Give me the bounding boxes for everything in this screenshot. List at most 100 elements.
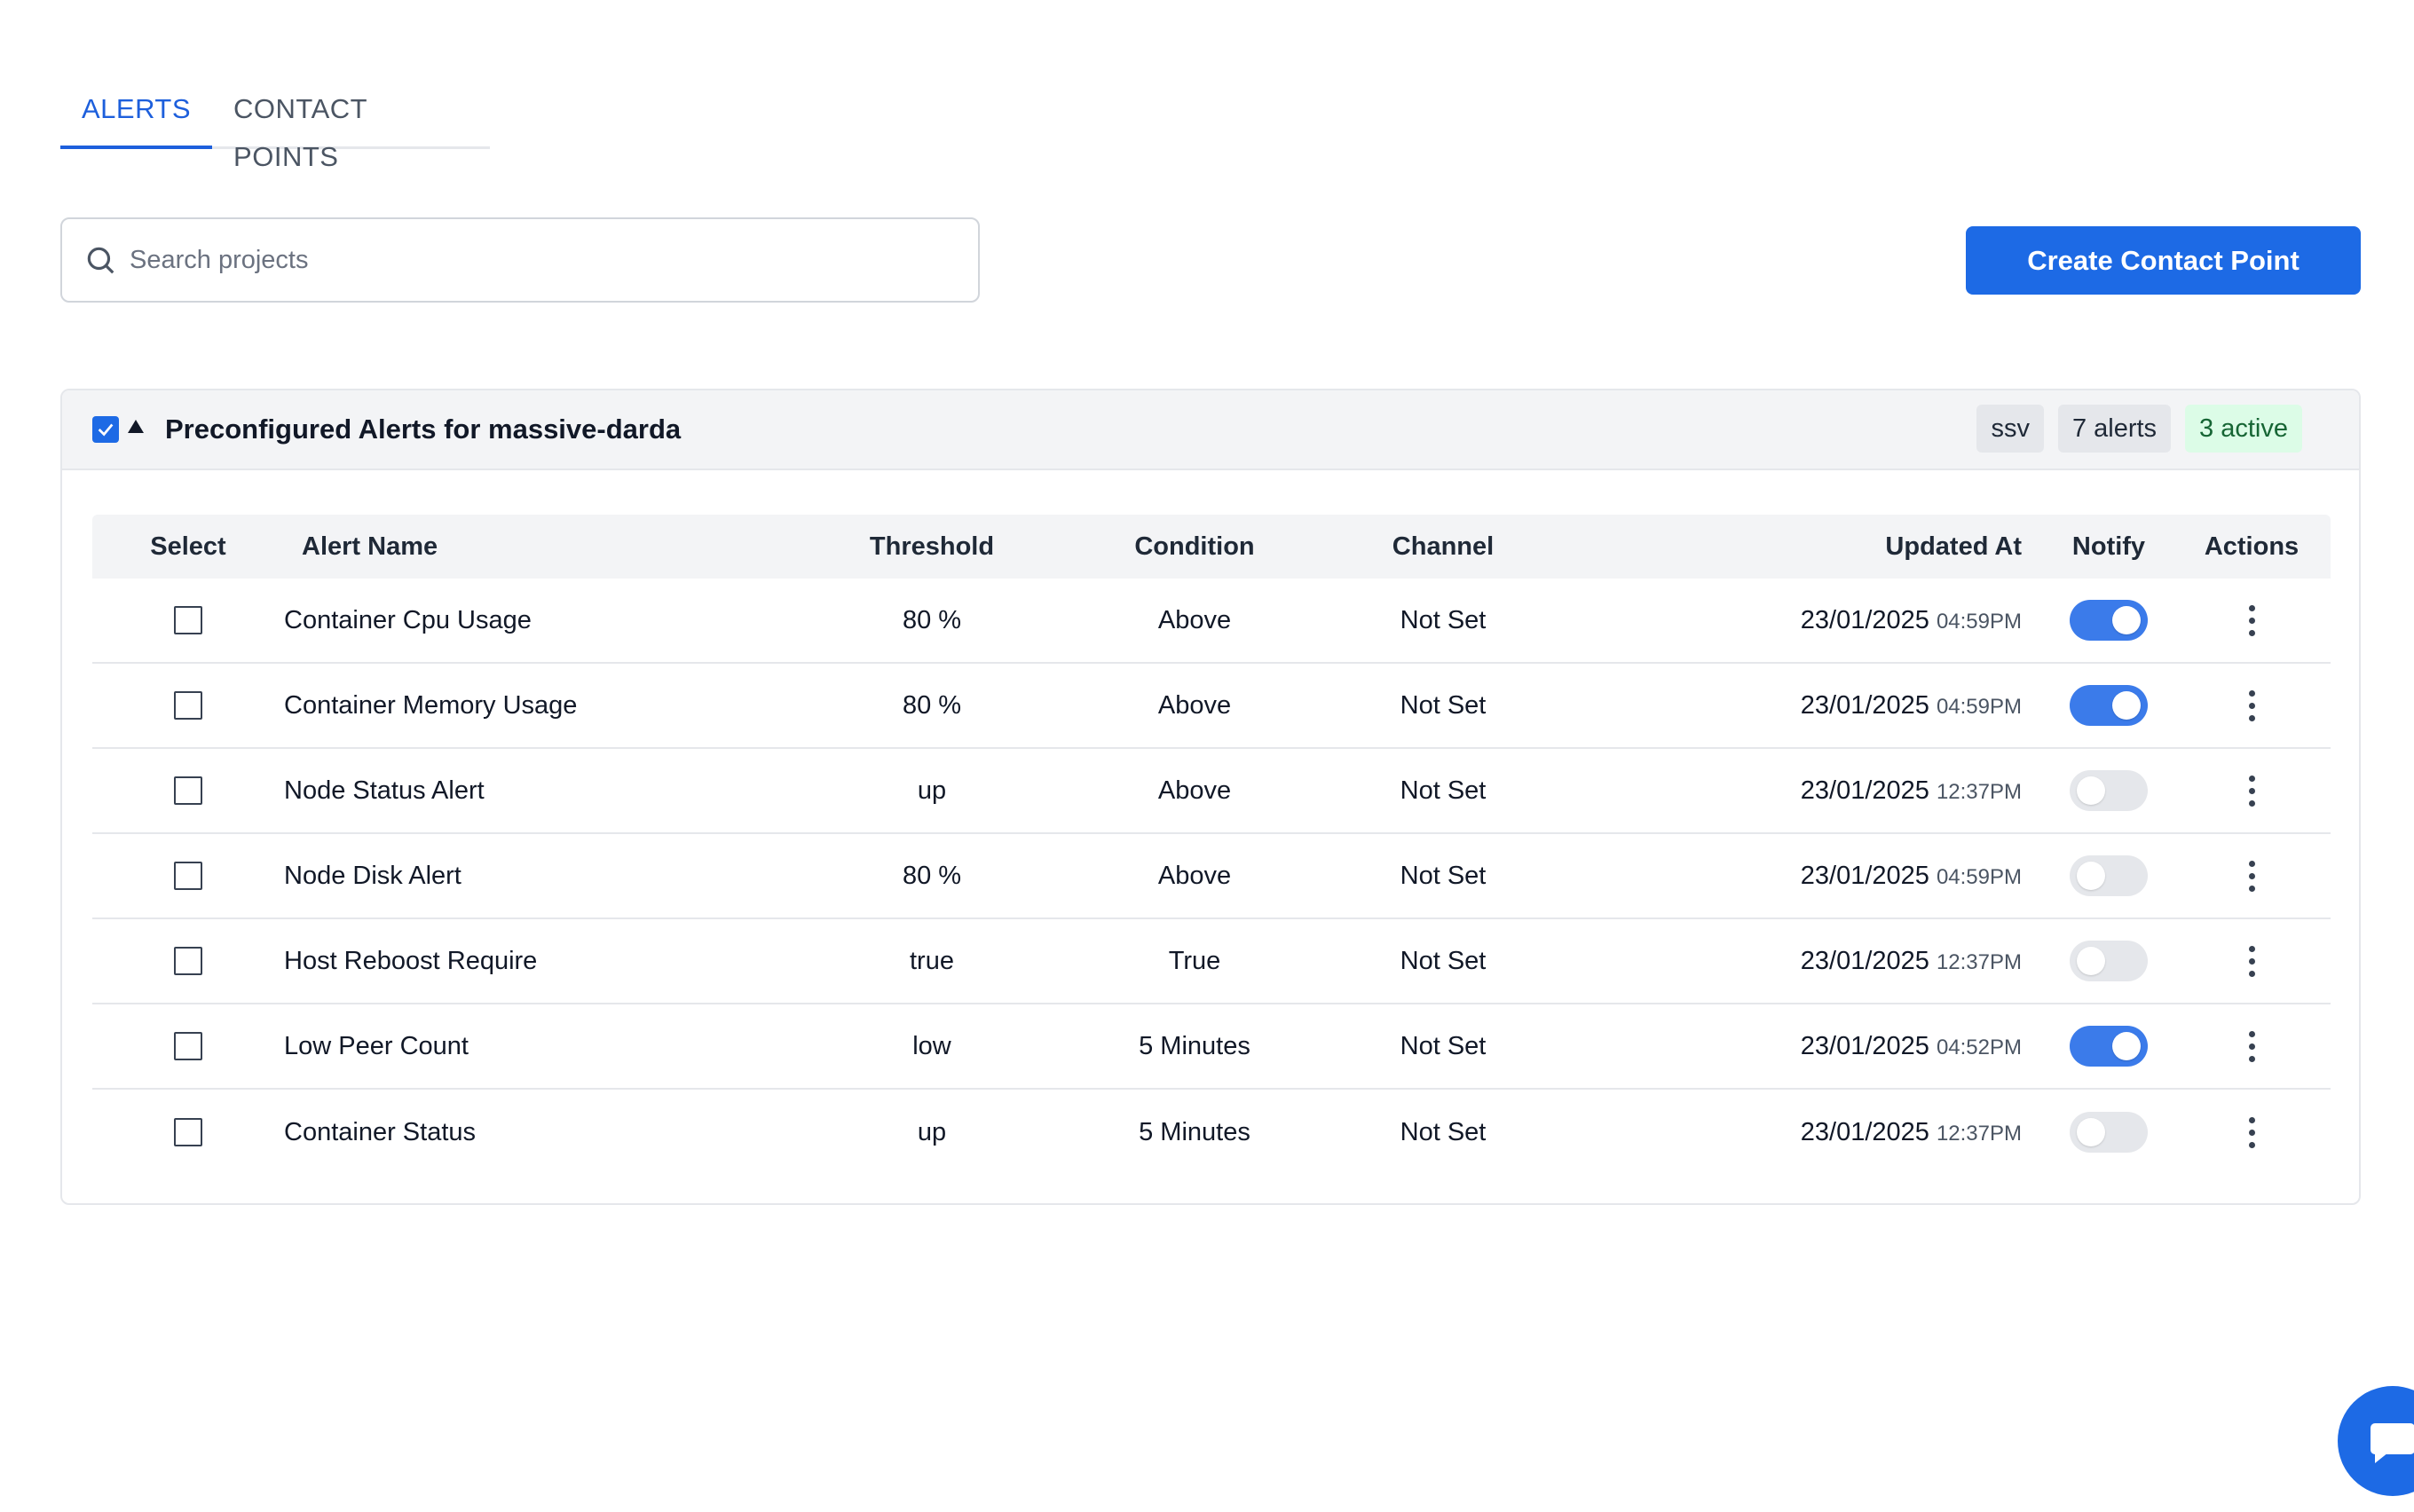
row-select-cell: [92, 1118, 284, 1146]
channel-value: Not Set: [1400, 690, 1487, 720]
notify-cell: [2045, 941, 2173, 981]
tab-alerts[interactable]: ALERTS: [60, 85, 213, 149]
header-channel: Channel: [1392, 532, 1495, 561]
threshold-value: 80 %: [902, 861, 962, 890]
tab-bar: ALERTS CONTACT POINTS: [60, 85, 490, 172]
more-actions-icon[interactable]: [2248, 945, 2255, 977]
more-actions-icon[interactable]: [2248, 1030, 2255, 1062]
updated-date: 23/01/2025: [1800, 946, 1929, 975]
row-select-checkbox[interactable]: [174, 947, 202, 975]
notify-cell: [2045, 770, 2173, 811]
updated-date: 23/01/2025: [1800, 861, 1929, 890]
table-row: Low Peer Count low 5 Minutes Not Set 23/01/2…: [92, 1004, 2331, 1090]
table-row: Container Cpu Usage 80 % Above Not Set 23/01…: [92, 579, 2331, 664]
alerts-table: Select Alert Name Threshold Condition Ch…: [92, 515, 2331, 1175]
condition-value: Above: [1157, 861, 1232, 890]
channel-value: Not Set: [1400, 1117, 1487, 1146]
row-select-checkbox[interactable]: [174, 691, 202, 720]
channel-value: Not Set: [1400, 776, 1487, 805]
row-select-checkbox[interactable]: [174, 1032, 202, 1060]
header-select: Select: [150, 532, 226, 561]
actions-cell: [2173, 775, 2331, 807]
toggle-knob: [2077, 776, 2105, 805]
more-actions-icon[interactable]: [2248, 604, 2255, 636]
notify-toggle[interactable]: [2070, 1026, 2148, 1067]
group-select-checkbox[interactable]: [92, 416, 119, 443]
alert-group-header[interactable]: Preconfigured Alerts for massive-darda s…: [62, 390, 2359, 470]
updated-date: 23/01/2025: [1800, 776, 1929, 805]
active-count-badge: 3 active: [2185, 405, 2302, 453]
notify-cell: [2045, 685, 2173, 726]
alert-name: Container Status: [284, 1117, 477, 1146]
search-box[interactable]: [60, 217, 980, 303]
table-row: Container Memory Usage 80 % Above Not Set 23…: [92, 664, 2331, 749]
table-row: Node Status Alert up Above Not Set 23/01/202…: [92, 749, 2331, 834]
toggle-knob: [2077, 862, 2105, 890]
threshold-value: true: [910, 946, 954, 975]
channel-value: Not Set: [1400, 1031, 1487, 1060]
tab-contact-points[interactable]: CONTACT POINTS: [212, 85, 490, 172]
channel-value: Not Set: [1400, 605, 1487, 634]
updated-time: 12:37PM: [1936, 949, 2022, 974]
row-select-cell: [92, 691, 284, 720]
alert-name: Node Disk Alert: [284, 861, 462, 890]
notify-cell: [2045, 1112, 2173, 1153]
updated-date: 23/01/2025: [1800, 1117, 1929, 1146]
alert-group-card: Preconfigured Alerts for massive-darda s…: [60, 389, 2361, 1205]
notify-cell: [2045, 855, 2173, 896]
notify-toggle[interactable]: [2070, 855, 2148, 896]
alerts-page: ALERTS CONTACT POINTS Create Contact Poi…: [0, 0, 2414, 1512]
header-actions: Actions: [2204, 532, 2300, 561]
notify-cell: [2045, 600, 2173, 641]
updated-at: 23/01/2025 04:59PM: [1562, 862, 2045, 891]
header-notify: Notify: [2071, 532, 2146, 561]
header-condition: Condition: [1134, 532, 1255, 561]
create-contact-point-button[interactable]: Create Contact Point: [1966, 226, 2361, 295]
notify-toggle[interactable]: [2070, 600, 2148, 641]
tag-badge: ssv: [1976, 405, 2044, 453]
table-row: Container Status up 5 Minutes Not Set 23/01/…: [92, 1090, 2331, 1175]
toggle-knob: [2112, 1032, 2141, 1060]
row-select-checkbox[interactable]: [174, 862, 202, 890]
condition-value: Above: [1157, 605, 1232, 634]
more-actions-icon[interactable]: [2248, 860, 2255, 892]
table-body: Container Cpu Usage 80 % Above Not Set 23/01…: [92, 579, 2331, 1175]
row-select-cell: [92, 862, 284, 890]
updated-at: 23/01/2025 04:59PM: [1562, 691, 2045, 721]
table-header: Select Alert Name Threshold Condition Ch…: [92, 515, 2331, 579]
search-input[interactable]: [130, 245, 928, 275]
updated-at: 23/01/2025 12:37PM: [1562, 947, 2045, 976]
toggle-knob: [2077, 1118, 2105, 1146]
alert-name: Low Peer Count: [284, 1031, 469, 1060]
channel-value: Not Set: [1400, 946, 1487, 975]
group-title: Preconfigured Alerts for massive-darda: [165, 413, 682, 445]
notify-toggle[interactable]: [2070, 770, 2148, 811]
updated-date: 23/01/2025: [1800, 605, 1929, 634]
row-select-checkbox[interactable]: [174, 1118, 202, 1146]
check-icon: [98, 423, 114, 437]
notify-toggle[interactable]: [2070, 685, 2148, 726]
condition-value: True: [1168, 946, 1221, 975]
more-actions-icon[interactable]: [2248, 689, 2255, 721]
threshold-value: 80 %: [902, 690, 962, 720]
channel-value: Not Set: [1400, 861, 1487, 890]
updated-time: 12:37PM: [1936, 1121, 2022, 1146]
more-actions-icon[interactable]: [2248, 1116, 2255, 1148]
search-icon: [87, 247, 114, 274]
notify-toggle[interactable]: [2070, 941, 2148, 981]
notify-toggle[interactable]: [2070, 1112, 2148, 1153]
condition-value: Above: [1157, 776, 1232, 805]
updated-date: 23/01/2025: [1800, 690, 1929, 720]
updated-time: 04:59PM: [1936, 609, 2022, 634]
group-badges: ssv 7 alerts 3 active: [1976, 405, 2302, 453]
chat-launcher-button[interactable]: [2338, 1386, 2414, 1496]
actions-cell: [2173, 689, 2331, 721]
collapse-caret-icon[interactable]: [128, 419, 144, 433]
updated-at: 23/01/2025 04:59PM: [1562, 606, 2045, 635]
row-select-checkbox[interactable]: [174, 606, 202, 634]
row-select-checkbox[interactable]: [174, 776, 202, 805]
more-actions-icon[interactable]: [2248, 775, 2255, 807]
toggle-knob: [2112, 606, 2141, 634]
table-row: Host Reboost Require true True Not Set 23/01…: [92, 919, 2331, 1004]
chat-bubble-icon: [2371, 1423, 2414, 1463]
